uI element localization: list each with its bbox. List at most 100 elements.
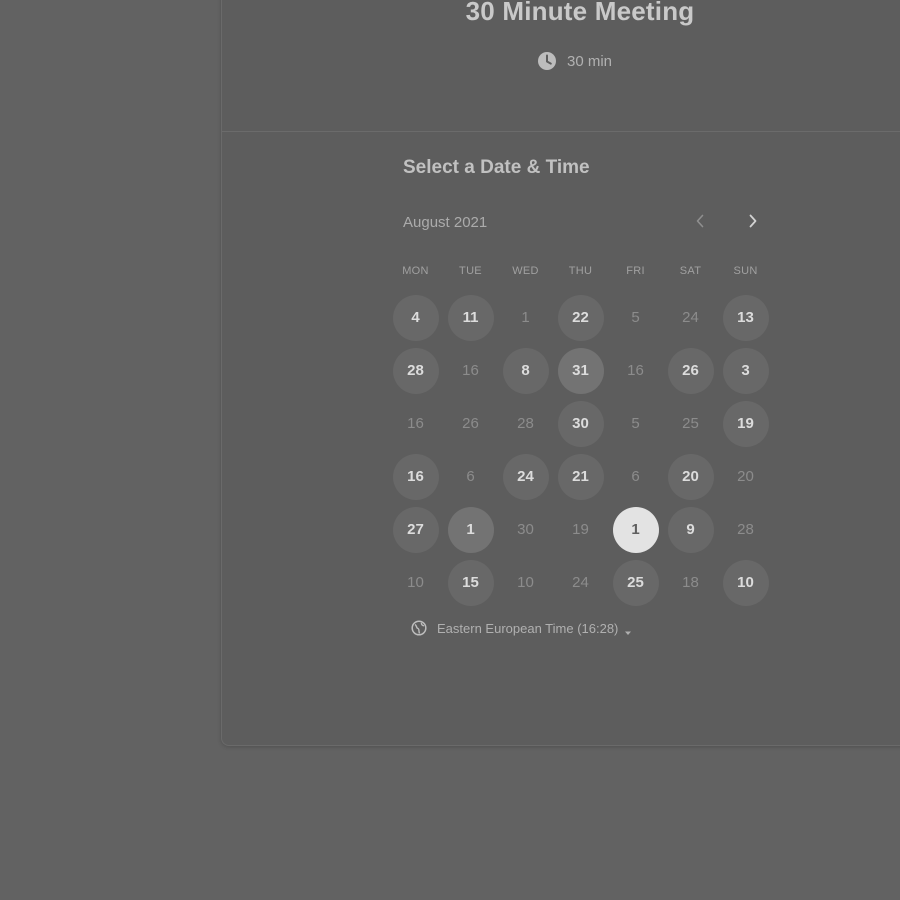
calendar-cell: 24 [663,291,718,344]
calendar-day-available[interactable]: 19 [722,400,769,447]
calendar-cell: 11 [443,291,498,344]
next-month-button[interactable] [744,214,762,232]
caret-down-icon [624,624,632,635]
clock-icon [537,51,557,71]
chevron-right-icon [748,214,758,233]
calendar-day-unavailable: 30 [517,521,534,538]
calendar-cell: 16 [443,344,498,397]
calendar-day-unavailable: 1 [521,309,530,326]
calendar-cell: 26 [443,397,498,450]
calendar-day-unavailable: 28 [517,415,534,432]
calendar-day-available[interactable]: 27 [392,506,439,553]
calendar-cell: 9 [663,503,718,556]
calendar-day-selected[interactable]: 1 [612,506,659,553]
calendar-cell: 18 [663,556,718,609]
calendar-day-available[interactable]: 22 [557,294,604,341]
calendar-cell: 28 [388,344,443,397]
calendar-cell: 20 [663,450,718,503]
weekday-label: TUE [459,265,482,277]
calendar-day-unavailable: 18 [682,574,699,591]
globe-icon [411,620,427,636]
calendar-cell: 5 [608,397,663,450]
calendar-cell: 31 [553,344,608,397]
calendar-cell: 30 [553,397,608,450]
calendar-cell: 28 [498,397,553,450]
calendar-cell: 30 [498,503,553,556]
calendar-day-unavailable: 16 [407,415,424,432]
timezone-selector[interactable]: Eastern European Time (16:28) [411,620,632,636]
previous-month-button[interactable] [691,214,709,232]
calendar-day-available[interactable]: 31 [557,347,604,394]
calendar-day-available[interactable]: 15 [447,559,494,606]
chevron-left-icon [695,214,705,233]
calendar-grid: 4 11 1 22 5 24 13 28 16 8 31 16 26 3 16 26 28 30 5 25 19 16 6 2… [388,291,773,609]
calendar-day-unavailable: 16 [627,362,644,379]
calendar-cell: 3 [718,344,773,397]
calendar-day-available[interactable]: 20 [667,453,714,500]
calendar-cell: 19 [553,503,608,556]
event-header: 30 Minute Meeting 30 min [222,0,900,132]
event-title: 30 Minute Meeting [465,0,695,26]
calendar-day-available[interactable]: 21 [557,453,604,500]
weekday-label: SAT [679,265,702,277]
calendar-day-available[interactable]: 1 [447,506,494,553]
section-title: Select a Date & Time [403,157,590,178]
calendar-day-unavailable: 24 [682,309,699,326]
calendar-day-available[interactable]: 13 [722,294,769,341]
calendar-day-unavailable: 5 [631,415,640,432]
calendar-cell: 10 [718,556,773,609]
calendar-cell: 5 [608,291,663,344]
calendar-cell: 10 [388,556,443,609]
calendar-cell: 26 [663,344,718,397]
calendar-cell: 13 [718,291,773,344]
calendar-cell: 1 [498,291,553,344]
calendar-cell: 21 [553,450,608,503]
calendar-day-available[interactable]: 26 [667,347,714,394]
calendar-cell: 24 [553,556,608,609]
calendar-day-unavailable: 5 [631,309,640,326]
calendar-day-unavailable: 25 [682,415,699,432]
calendar-cell: 10 [498,556,553,609]
calendar-day-available[interactable]: 16 [392,453,439,500]
weekday-label: THU [568,265,593,277]
calendar-day-available[interactable]: 24 [502,453,549,500]
calendar-day-available[interactable]: 11 [447,294,494,341]
calendar-day-available[interactable]: 8 [502,347,549,394]
calendar-day-available[interactable]: 28 [392,347,439,394]
calendar-day-available[interactable]: 3 [722,347,769,394]
calendar-cell: 19 [718,397,773,450]
calendar-day-unavailable: 10 [407,574,424,591]
calendar-cell: 16 [388,450,443,503]
calendar-day-available[interactable]: 30 [557,400,604,447]
calendar-day-unavailable: 6 [631,468,640,485]
calendar-cell: 16 [388,397,443,450]
weekday-label: MON [402,265,429,277]
calendar-day-available[interactable]: 10 [722,559,769,606]
calendar-day-available[interactable]: 25 [612,559,659,606]
calendar-cell: 24 [498,450,553,503]
calendar-cell: 25 [608,556,663,609]
calendar-day-unavailable: 16 [462,362,479,379]
calendar-cell: 8 [498,344,553,397]
calendar-cell: 6 [608,450,663,503]
calendar-day-unavailable: 19 [572,521,589,538]
calendar-cell: 28 [718,503,773,556]
calendar-day-unavailable: 6 [466,468,475,485]
weekday-label: FRI [626,265,645,277]
scheduling-card: 30 Minute Meeting 30 min Select a Date &… [221,0,900,746]
duration-label: 30 min [567,52,613,70]
calendar-cell: 6 [443,450,498,503]
calendar-day-available[interactable]: 4 [392,294,439,341]
weekday-header: MON TUE WED THU FRI SAT SUN [388,265,773,277]
calendar-day-unavailable: 24 [572,574,589,591]
calendar-day-unavailable: 20 [737,468,754,485]
calendar-cell: 25 [663,397,718,450]
calendar-cell: 20 [718,450,773,503]
weekday-label: SUN [733,265,758,277]
calendar-cell: 4 [388,291,443,344]
calendar-day-available[interactable]: 9 [667,506,714,553]
weekday-label: WED [512,265,539,277]
event-duration: 30 min [537,50,612,72]
month-label: August 2021 [403,214,488,231]
timezone-label: Eastern European Time (16:28) [437,620,619,636]
